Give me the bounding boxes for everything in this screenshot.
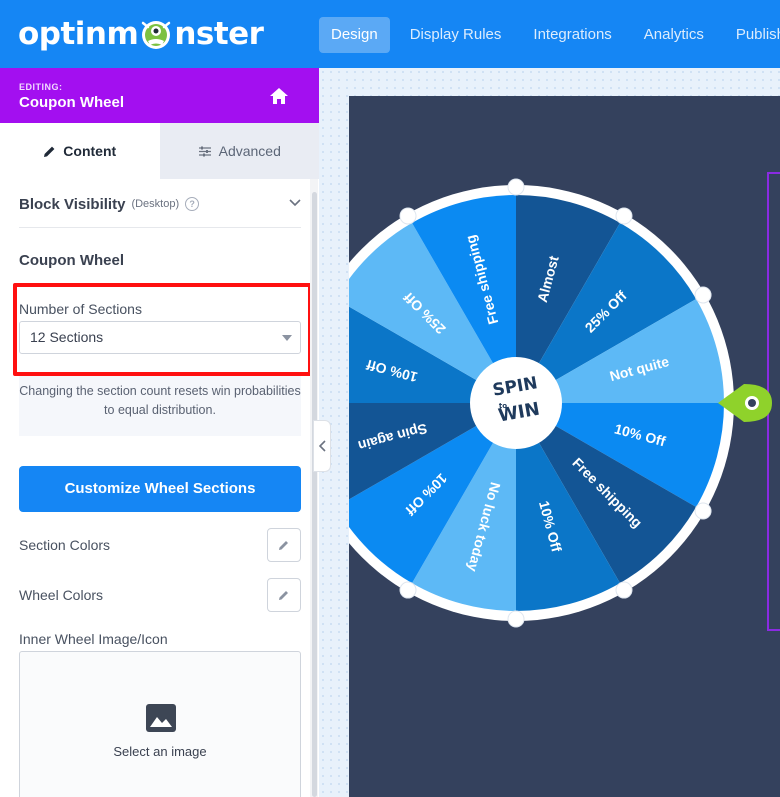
block-visibility-title: Block Visibility [19,195,126,213]
wheel-peg [399,581,417,599]
wheel-peg [399,207,417,225]
nav-publish[interactable]: Publish [724,17,780,53]
wheel-peg [694,502,712,520]
wheel-colors-edit-button[interactable] [267,578,301,612]
highlight-box [13,283,312,376]
home-icon[interactable] [268,85,290,107]
sidebar-scrollbar-thumb[interactable] [312,192,317,797]
sidebar-panel: Block Visibility (Desktop) ? Coupon Whee… [0,179,319,797]
pencil-icon [279,541,288,550]
tab-advanced-label: Advanced [218,143,281,159]
help-icon[interactable]: ? [185,197,200,211]
collapse-sidebar-handle[interactable] [313,420,331,472]
sliders-icon [198,146,211,156]
top-bar: optinm nster Design Display Rules Integr… [0,0,780,68]
editing-header: EDITING: Coupon Wheel [0,68,319,123]
pencil-icon [279,591,288,600]
wheel-peg [507,610,525,628]
image-upload-box[interactable]: Select an image [19,651,301,797]
nav-integrations[interactable]: Integrations [521,17,623,53]
editor-tabs: Content Advanced [0,123,319,179]
tab-advanced[interactable]: Advanced [159,123,319,179]
section-colors-edit-button[interactable] [267,528,301,562]
nav-design[interactable]: Design [319,17,390,53]
logo-text-left: optinm [18,16,139,52]
monster-mascot-icon [142,21,171,49]
wheel-peg [507,178,525,196]
chevron-down-icon[interactable] [289,199,301,207]
wheel-peg [615,581,633,599]
logo-text-right: nster [174,16,264,52]
divider [19,227,301,228]
pencil-icon [44,146,55,157]
sections-note: Changing the section count resets win pr… [19,376,301,436]
select-image-text: Select an image [113,744,207,759]
block-visibility-header[interactable]: Block Visibility (Desktop) ? [19,194,301,214]
tab-content-label: Content [63,143,117,159]
section-colors-label: Section Colors [19,537,111,553]
tab-content[interactable]: Content [0,123,160,179]
wheel-peg [615,207,633,225]
customize-wheel-sections-button[interactable]: Customize Wheel Sections [19,466,301,512]
image-icon [146,704,176,732]
block-visibility-device: (Desktop) [131,198,180,210]
inner-wheel-image-label: Inner Wheel Image/Icon [19,631,168,647]
editing-title: Coupon Wheel [19,94,124,111]
nav-analytics[interactable]: Analytics [632,17,716,53]
optinmonster-logo[interactable]: optinm nster [18,14,264,54]
wheel-colors-label: Wheel Colors [19,587,104,603]
wheel-peg [694,286,712,304]
nav-display-rules[interactable]: Display Rules [398,17,514,53]
coupon-wheel-title: Coupon Wheel [19,252,124,269]
main-nav: Design Display Rules Integrations Analyt… [319,17,780,53]
editing-label: EDITING: [19,82,63,92]
chevron-left-icon [318,440,326,452]
